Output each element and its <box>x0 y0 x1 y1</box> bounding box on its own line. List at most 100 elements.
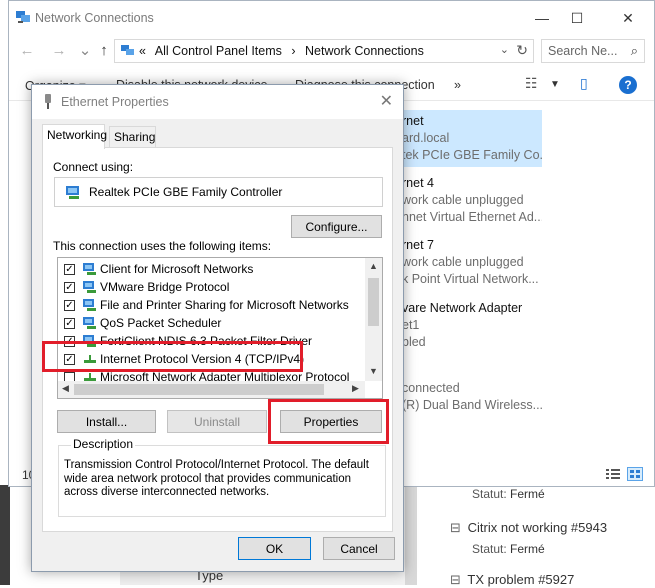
forward-arrow-icon[interactable]: → <box>49 41 69 61</box>
search-icon[interactable]: ⌕ <box>631 43 638 59</box>
adapter-item[interactable]: i connected (R) Dual Band Wireless... <box>402 363 542 414</box>
scroll-down-icon[interactable]: ▼ <box>369 366 378 376</box>
adapter-name: rnet 7 <box>402 238 434 252</box>
ethernet-adapter-icon <box>45 94 51 109</box>
adapter-detail: et1 <box>402 318 420 332</box>
items-label: This connection uses the following items… <box>53 239 272 253</box>
adapter-device-field: Realtek PCIe GBE Family Controller <box>54 177 383 207</box>
up-arrow-icon[interactable]: ↑ <box>94 41 114 61</box>
preview-pane-icon[interactable]: ▯ <box>580 75 588 92</box>
close-icon[interactable]: ✕ <box>606 5 650 31</box>
scroll-right-icon[interactable]: ▶ <box>352 383 359 394</box>
service-icon <box>83 299 96 311</box>
list-item[interactable]: ✓ Client for Microsoft Networks <box>58 261 364 278</box>
device-name: Realtek PCIe GBE Family Controller <box>89 185 283 199</box>
details-view-icon[interactable] <box>605 467 621 481</box>
item-checkbox[interactable]: ✓ <box>64 318 75 329</box>
tab-sharing[interactable]: Sharing <box>109 126 156 148</box>
highlight-tcpipv4 <box>42 341 303 372</box>
connection-items-list[interactable]: ✓ Client for Microsoft Networks ✓ VMware… <box>57 257 383 399</box>
service-icon <box>83 317 96 329</box>
adapter-detail: k Point Virtual Network... <box>402 272 539 286</box>
address-field[interactable]: « All Control Panel Items › Network Conn… <box>114 39 534 63</box>
ticket-status: Statut: Fermé <box>472 542 545 556</box>
refresh-icon[interactable]: ↻ <box>516 42 528 59</box>
scroll-up-icon[interactable]: ▲ <box>369 261 378 271</box>
network-client-icon <box>83 263 96 275</box>
ticket-icon: ⊟ <box>450 520 461 535</box>
adapter-item[interactable]: rnet 7 work cable unplugged k Point Virt… <box>402 237 542 288</box>
ticket-item[interactable]: ⊟ TX problem #5927 <box>450 572 574 588</box>
adapter-name: vare Network Adapter <box>402 301 523 315</box>
breadcrumb: « All Control Panel Items › Network Conn… <box>139 44 430 58</box>
ok-button[interactable]: OK <box>238 537 311 560</box>
description-group: Description Transmission Control Protoco… <box>58 437 386 517</box>
close-icon[interactable]: ✕ <box>380 91 393 111</box>
list-item[interactable]: ✓ VMware Bridge Protocol <box>58 279 364 296</box>
more-commands-button[interactable]: » <box>454 78 461 92</box>
list-item[interactable]: ✓ QoS Packet Scheduler <box>58 315 364 332</box>
description-text: Transmission Control Protocol/Internet P… <box>64 459 369 498</box>
window-title: Network Connections <box>35 11 154 25</box>
control-panel-icon <box>121 45 134 55</box>
address-bar-row: ← → ⌄ ↑ « All Control Panel Items › Netw… <box>9 35 654 67</box>
highlight-properties-button <box>268 399 389 444</box>
network-connections-icon <box>16 11 30 23</box>
ticket-title[interactable]: Citrix not working #5943 <box>468 520 607 535</box>
back-arrow-icon[interactable]: ← <box>17 41 37 61</box>
breadcrumb-item[interactable]: All Control Panel Items <box>155 44 282 58</box>
protocol-icon <box>83 281 96 293</box>
adapter-item[interactable]: vare Network Adapter et1 bled <box>402 300 542 351</box>
recent-chevron-icon[interactable]: ⌄ <box>75 41 95 61</box>
adapter-detail: connected <box>402 381 460 395</box>
adapter-detail: tek PCIe GBE Family Co... <box>402 148 542 162</box>
description-legend: Description <box>71 437 136 451</box>
breadcrumb-item[interactable]: Network Connections <box>305 44 424 58</box>
cancel-button[interactable]: Cancel <box>323 537 395 560</box>
item-checkbox[interactable]: ✓ <box>64 300 75 311</box>
adapter-detail: bled <box>402 335 426 349</box>
ticket-icon: ⊟ <box>450 572 461 587</box>
tiles-view-icon[interactable] <box>627 467 643 481</box>
vertical-scrollbar[interactable]: ▲ ▼ <box>365 258 382 381</box>
scroll-thumb[interactable] <box>368 278 379 326</box>
adapter-item[interactable]: rnet 4 work cable unplugged nnet Virtual… <box>402 175 542 226</box>
item-label: QoS Packet Scheduler <box>100 316 222 330</box>
adapter-item[interactable]: rnet ard.local tek PCIe GBE Family Co... <box>402 110 542 167</box>
install-button[interactable]: Install... <box>57 410 156 433</box>
network-adapter-icon <box>66 186 79 199</box>
list-item[interactable]: ✓ File and Printer Sharing for Microsoft… <box>58 297 364 314</box>
item-checkbox[interactable]: ✓ <box>64 264 75 275</box>
breadcrumb-overflow[interactable]: « <box>139 44 146 58</box>
scroll-thumb[interactable] <box>74 384 324 395</box>
item-label: VMware Bridge Protocol <box>100 280 230 294</box>
adapter-name: rnet <box>402 114 424 128</box>
scroll-left-icon[interactable]: ◀ <box>62 383 69 394</box>
chevron-down-icon[interactable]: ⌄ <box>500 43 509 56</box>
tab-networking[interactable]: Networking <box>42 124 107 149</box>
adapter-detail: work cable unplugged <box>402 255 524 269</box>
networking-panel: Connect using: Realtek PCIe GBE Family C… <box>42 147 393 532</box>
adapter-detail: ard.local <box>402 131 450 145</box>
background-dark-panel <box>0 485 10 585</box>
horizontal-scrollbar[interactable]: ◀ ▶ <box>58 381 365 398</box>
search-input[interactable]: Search Ne... ⌕ <box>541 39 645 63</box>
ethernet-properties-dialog: Ethernet Properties ✕ Networking Sharing… <box>31 84 404 572</box>
connect-using-label: Connect using: <box>53 160 134 174</box>
ticket-item[interactable]: ⊟ Citrix not working #5943 <box>450 520 607 536</box>
help-icon[interactable]: ? <box>619 76 637 94</box>
maximize-icon[interactable]: ☐ <box>555 5 599 31</box>
uninstall-button[interactable]: Uninstall <box>167 410 267 433</box>
view-dropdown-icon[interactable]: ▼ <box>550 79 560 90</box>
dialog-title-bar: Ethernet Properties ✕ <box>32 85 403 119</box>
ticket-status: Statut: Fermé <box>472 487 545 501</box>
item-label: File and Printer Sharing for Microsoft N… <box>100 298 349 312</box>
dialog-title: Ethernet Properties <box>61 95 169 109</box>
background-divider <box>405 485 417 585</box>
change-view-icon[interactable]: ☷ <box>525 75 538 92</box>
adapter-detail: nnet Virtual Ethernet Ad... <box>402 210 542 224</box>
item-checkbox[interactable]: ✓ <box>64 282 75 293</box>
breadcrumb-separator: › <box>291 44 296 58</box>
adapter-name: i <box>402 363 542 380</box>
configure-button[interactable]: Configure... <box>291 215 382 238</box>
